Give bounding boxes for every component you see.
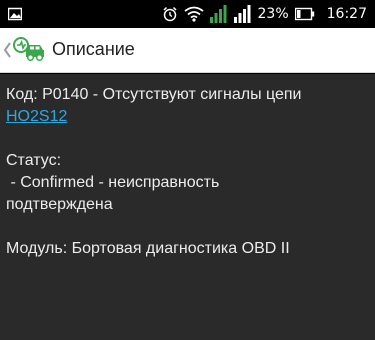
signal-icon-2 bbox=[233, 5, 252, 23]
status-value-line1: - Confirmed - неисправность bbox=[6, 174, 220, 191]
signal-icon bbox=[209, 5, 228, 23]
status-value-line2: подтверждена bbox=[6, 196, 113, 213]
status-label: Статус: bbox=[6, 152, 62, 169]
module-text: Модуль: Бортовая диагностика OBD II bbox=[6, 240, 290, 257]
wifi-icon bbox=[183, 6, 204, 22]
alarm-icon bbox=[162, 6, 178, 22]
description-content: Код: P0140 - Отсутствуют сигналы цепи HO… bbox=[0, 74, 375, 340]
action-bar: Описание bbox=[0, 28, 375, 73]
status-icons: 23% 16:27 bbox=[162, 0, 367, 28]
image-icon bbox=[7, 6, 23, 21]
screen: 23% 16:27 Описание Код: P0140 - Отсутств… bbox=[0, 0, 375, 340]
status-time: 16:27 bbox=[326, 6, 367, 22]
status-bar: 23% 16:27 bbox=[0, 0, 375, 28]
code-link[interactable]: HO2S12 bbox=[6, 108, 67, 125]
code-text: Код: P0140 - Отсутствуют сигналы цепи bbox=[6, 86, 302, 103]
battery-icon bbox=[294, 7, 315, 21]
battery-percent: 23% bbox=[257, 6, 289, 22]
page-title: Описание bbox=[52, 39, 135, 59]
car-diagnostic-logo-icon[interactable] bbox=[10, 36, 46, 64]
